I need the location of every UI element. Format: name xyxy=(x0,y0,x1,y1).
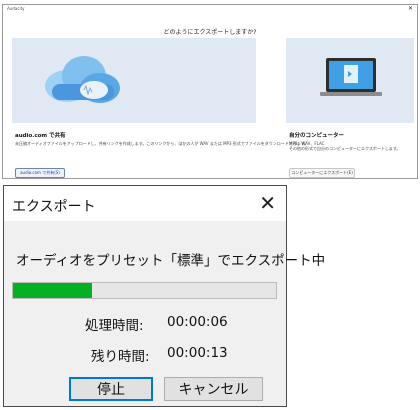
dialog-title: エクスポート xyxy=(12,199,96,215)
export-to-computer-button[interactable]: コンピューターにエクスポート(E) xyxy=(289,168,355,178)
export-choice-window: Audacity ✕ どのようにエクスポートしますか? audio.com で共… xyxy=(2,4,418,179)
close-icon[interactable]: ✕ xyxy=(408,5,413,12)
remaining-label: 残り時間: xyxy=(91,349,150,365)
export-status-message: オーディオをプリセット「標準」でエクスポート中 xyxy=(16,253,326,269)
remaining-value: 00:00:13 xyxy=(167,345,228,361)
title-bar: Audacity ✕ xyxy=(3,5,417,15)
cloud-illustration xyxy=(12,38,256,123)
elapsed-value: 00:00:06 xyxy=(167,314,228,330)
computer-title: 自分のコンピューター xyxy=(289,133,345,139)
export-progress-bar xyxy=(12,282,277,299)
share-title: audio.com で共有 xyxy=(15,133,66,139)
cancel-button[interactable]: キャンセル xyxy=(164,377,263,401)
elapsed-label: 処理時間: xyxy=(85,318,144,334)
computer-description: その他の形式で自分のコンピューターにエクスポートします。 xyxy=(289,146,401,151)
stop-button[interactable]: 停止 xyxy=(69,377,153,401)
progress-fill xyxy=(13,283,92,298)
dialog-title-bar: エクスポート ✕ xyxy=(4,186,286,221)
share-description: 未圧縮オーディオファイルをアップロードし、共有リンクを作成します。このリンクから… xyxy=(15,141,309,146)
export-progress-dialog: エクスポート ✕ オーディオをプリセット「標準」でエクスポート中 処理時間: 0… xyxy=(3,185,325,407)
laptop-illustration xyxy=(286,38,414,123)
share-audio-com-button[interactable]: audio.com で共有(S) xyxy=(15,168,65,178)
close-icon[interactable]: ✕ xyxy=(259,191,276,215)
app-title: Audacity xyxy=(7,6,25,11)
page-title: どのようにエクスポートしますか? xyxy=(163,29,257,36)
